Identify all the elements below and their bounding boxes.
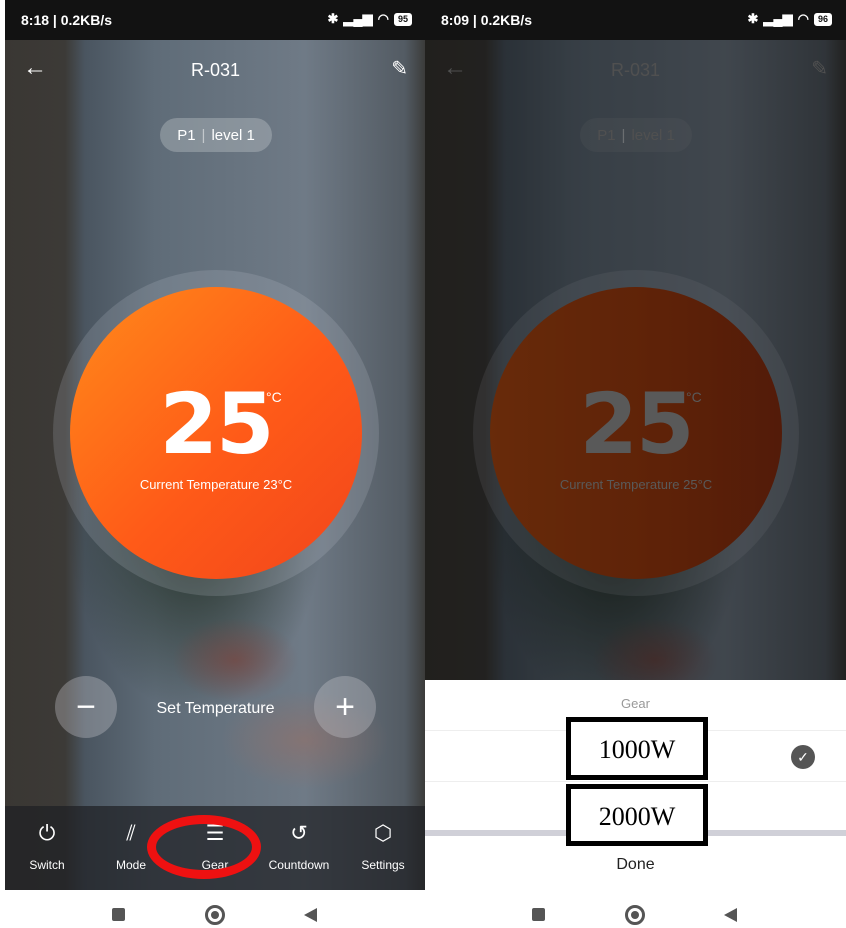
back-triangle-icon[interactable] xyxy=(304,908,317,922)
program-level-pill[interactable]: P1 | level 1 xyxy=(160,118,272,152)
nav-switch[interactable]: ⏻ Switch xyxy=(5,820,89,872)
bluetooth-icon: ✱ xyxy=(327,11,339,26)
recents-icon[interactable] xyxy=(112,908,125,921)
nav-settings[interactable]: ⬡ Settings xyxy=(341,820,425,872)
level-label: level 1 xyxy=(211,126,255,144)
bluetooth-icon: ✱ xyxy=(747,11,759,26)
program-label: P1 xyxy=(177,126,196,144)
plus-icon: + xyxy=(335,687,355,726)
nav-settings-label: Settings xyxy=(361,858,405,872)
set-temperature-row: − Set Temperature + xyxy=(5,676,426,740)
home-icon[interactable] xyxy=(625,905,645,925)
battery-icon: 96 xyxy=(813,12,832,26)
signal-icon: ▂▄▆ xyxy=(763,11,793,26)
target-temperature: 25 xyxy=(159,375,275,473)
status-icons: ✱ ▂▄▆ ◠ 95 xyxy=(328,11,412,27)
status-icons: ✱ ▂▄▆ ◠ 96 xyxy=(748,11,832,27)
current-temperature: Current Temperature 23°C xyxy=(139,477,293,492)
nav-switch-label: Switch xyxy=(29,858,65,872)
device-screen: 8:18 | 0.2KB/s ✱ ▂▄▆ ◠ 95 ← R-031 ✎ P1 |… xyxy=(5,0,426,890)
top-bar: ← R-031 ✎ xyxy=(5,48,426,92)
checkmark-icon: ✓ xyxy=(791,745,815,769)
battery-icon: 95 xyxy=(393,12,412,26)
edit-pencil-icon[interactable]: ✎ xyxy=(391,56,408,81)
right-phone-screen: 8:09 | 0.2KB/s ✱ ▂▄▆ ◠ 96 ← R-031 ✎ P1 |… xyxy=(425,0,846,928)
temperature-unit: °C xyxy=(266,389,282,405)
status-time: 8:18 | 0.2KB/s xyxy=(21,12,113,28)
wifi-icon: ◠ xyxy=(377,11,389,26)
status-time: 8:09 | 0.2KB/s xyxy=(441,12,533,28)
nav-countdown[interactable]: ↺ Countdown xyxy=(257,820,341,872)
signal-icon: ▂▄▆ xyxy=(343,11,373,26)
modal-overlay[interactable] xyxy=(425,40,846,680)
status-bar: 8:09 | 0.2KB/s ✱ ▂▄▆ ◠ 96 xyxy=(425,0,846,40)
recents-icon[interactable] xyxy=(532,908,545,921)
device-title: R-031 xyxy=(190,60,241,80)
sheet-title: Gear xyxy=(621,696,650,711)
temperature-dial: 25 °C Current Temperature 23°C xyxy=(70,287,362,579)
annotation-2000w: 2000W xyxy=(566,784,708,846)
annotation-1000w: 1000W xyxy=(566,717,708,780)
system-navigation-bar xyxy=(425,890,846,928)
nav-countdown-label: Countdown xyxy=(268,858,330,872)
back-triangle-icon[interactable] xyxy=(724,908,737,922)
gear-highlight-circle xyxy=(147,815,261,879)
done-button[interactable]: Done xyxy=(425,856,846,874)
home-icon[interactable] xyxy=(205,905,225,925)
left-phone-screen: 8:18 | 0.2KB/s ✱ ▂▄▆ ◠ 95 ← R-031 ✎ P1 |… xyxy=(5,0,426,928)
status-bar: 8:18 | 0.2KB/s ✱ ▂▄▆ ◠ 95 xyxy=(5,0,426,40)
power-icon: ⏻ xyxy=(38,822,56,845)
system-navigation-bar xyxy=(5,890,426,928)
wifi-icon: ◠ xyxy=(797,11,809,26)
pill-divider: | xyxy=(201,126,206,144)
increase-temperature-button[interactable]: + xyxy=(314,676,376,738)
timer-icon: ↺ xyxy=(290,822,308,845)
settings-icon: ⬡ xyxy=(373,822,393,845)
